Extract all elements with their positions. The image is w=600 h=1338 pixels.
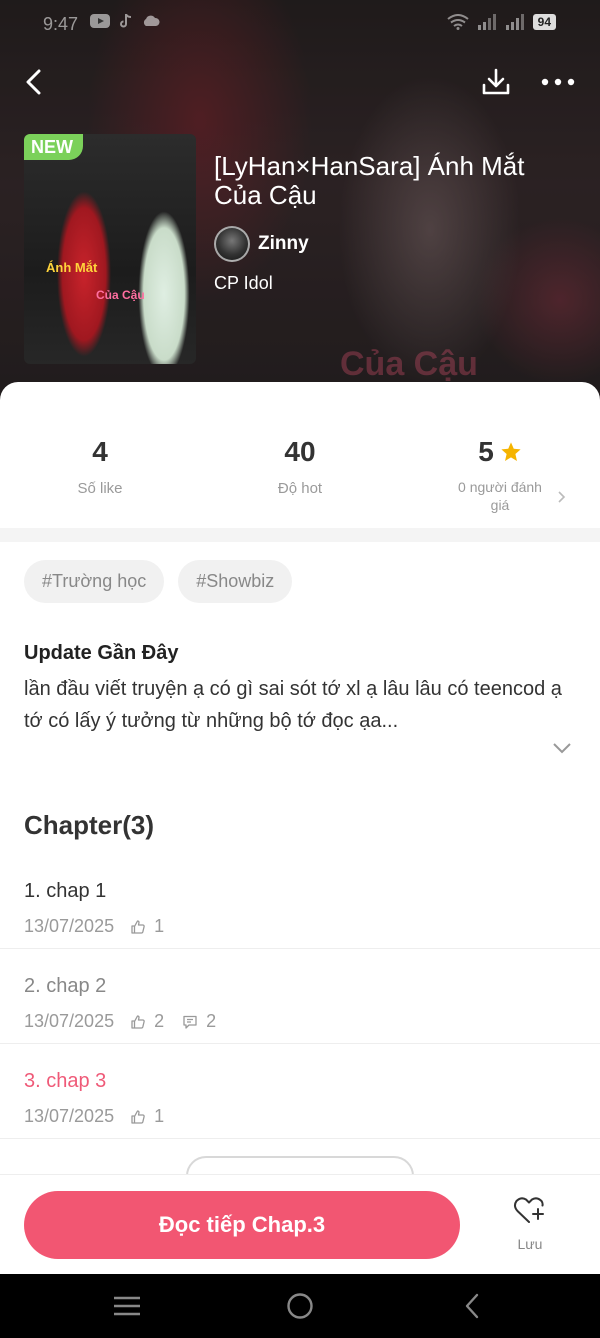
chapter-meta: 13/07/2025 2 2 [24,1011,234,1032]
save-button[interactable]: Lưu [500,1195,560,1252]
notification-icons [90,14,160,28]
status-time: 9:47 [43,14,79,34]
chapter-heading: Chapter(3) [24,810,155,840]
like-count: 2 [154,1011,165,1031]
wifi-icon [447,14,469,30]
author-link[interactable]: Zinny [214,226,309,262]
chapter-meta: 13/07/2025 1 [24,1106,182,1127]
download-button[interactable] [476,62,516,102]
tag-showbiz[interactable]: #Showbiz [178,560,293,603]
thumbs-up-icon [131,1014,145,1029]
chevron-left-icon [26,69,41,95]
chevron-down-icon[interactable] [552,742,572,754]
update-line: lần đầu viết truyện ạ có gì sai sót tớ x… [24,678,562,700]
rating-value: 5 [478,436,494,467]
hot-count: 40 [284,436,316,467]
like-count: 1 [154,1106,165,1126]
section-divider [0,528,600,542]
thumbs-up-icon [131,1109,145,1124]
chapter-title: 2. chap 2 [24,975,107,997]
stat-rating[interactable]: 5 0 người đánh giá [400,436,600,514]
heart-plus-icon [514,1197,544,1223]
recent-update-section[interactable]: Update Gần Đây lần đầu viết truyện ạ có … [24,642,576,754]
story-cover-image[interactable]: NEW Ánh Mắt Của Cậu [24,134,196,364]
banner-blurred-text: Của Cậu [340,345,478,383]
system-back-button[interactable] [452,1288,492,1324]
rating-label: 0 người đánh giá [458,479,542,513]
chapter-title: 1. chap 1 [24,880,107,902]
battery-indicator: 94 [532,14,556,30]
signal-icon-1 [477,14,496,30]
story-title: [LyHan×HanSara] Ánh Mắt Của Cậu [214,151,525,210]
home-button[interactable] [280,1288,320,1324]
thumbs-up-icon [131,919,145,934]
update-text: lần đầu viết truyện ạ có gì sai sót tớ x… [24,673,576,737]
chapter-date: 13/07/2025 [24,1106,115,1126]
tag-truong-hoc[interactable]: #Trường học [24,560,165,603]
stat-likes: 4 Số like [0,436,200,497]
hot-label: Độ hot [277,480,323,497]
story-category[interactable]: CP Idol [214,273,273,294]
youtube-icon [90,14,110,28]
cover-title-text: Ánh Mắt [46,260,98,275]
star-icon [501,442,521,461]
recent-apps-button[interactable] [107,1288,147,1324]
likes-label: Số like [77,480,123,497]
system-navigation-bar [0,1274,600,1338]
story-header-banner: Của Cậu 9:47 94 NEW Ánh Mắt Của Cậu [LyH… [0,0,600,410]
chapter-date: 13/07/2025 [24,1011,115,1031]
likes-count: 4 [92,436,108,467]
save-label: Lưu [517,1236,543,1252]
chapter-row[interactable]: 2. chap 2 13/07/2025 2 2 [0,949,600,1044]
download-icon [482,68,510,95]
stats-row: 4 Số like 40 Độ hot 5 0 người đánh giá [0,436,600,516]
like-count: 1 [154,916,165,936]
menu-lines-icon [114,1296,140,1316]
tag-list: #Trường học #Showbiz [24,560,293,603]
cover-subtitle-text: Của Cậu [96,288,145,302]
bottom-action-bar: Đọc tiếp Chap.3 Lưu [0,1174,600,1274]
tiktok-icon [120,14,132,28]
back-button[interactable] [14,62,54,102]
system-icons: 94 [447,14,556,30]
chapter-date: 13/07/2025 [24,916,115,936]
chapter-row[interactable]: 1. chap 1 13/07/2025 1 [0,854,600,949]
cloud-icon [143,15,160,26]
chapter-meta: 13/07/2025 1 [24,916,182,937]
author-avatar [214,226,250,262]
back-arrow-icon [465,1293,479,1319]
status-bar: 9:47 94 [0,0,600,50]
chapter-title: 3. chap 3 [24,1070,107,1092]
home-circle-icon [287,1293,313,1319]
update-title: Update Gần Đây [24,642,179,664]
stat-hot: 40 Độ hot [200,436,400,497]
more-dots-icon [541,78,575,86]
signal-icon-2 [505,14,524,30]
continue-reading-button[interactable]: Đọc tiếp Chap.3 [24,1191,460,1259]
comment-count: 2 [206,1011,217,1031]
new-badge: NEW [24,134,83,160]
story-details-sheet: 4 Số like 40 Độ hot 5 0 người đánh giá #… [0,382,600,1282]
author-name: Zinny [258,233,309,254]
update-line: tớ có lấy ý tưởng từ những bộ tớ đọc ạa.… [24,710,399,732]
comment-icon [183,1015,197,1029]
chevron-right-icon[interactable] [556,490,566,504]
chapter-row[interactable]: 3. chap 3 13/07/2025 1 [0,1044,600,1139]
more-options-button[interactable] [538,62,578,102]
